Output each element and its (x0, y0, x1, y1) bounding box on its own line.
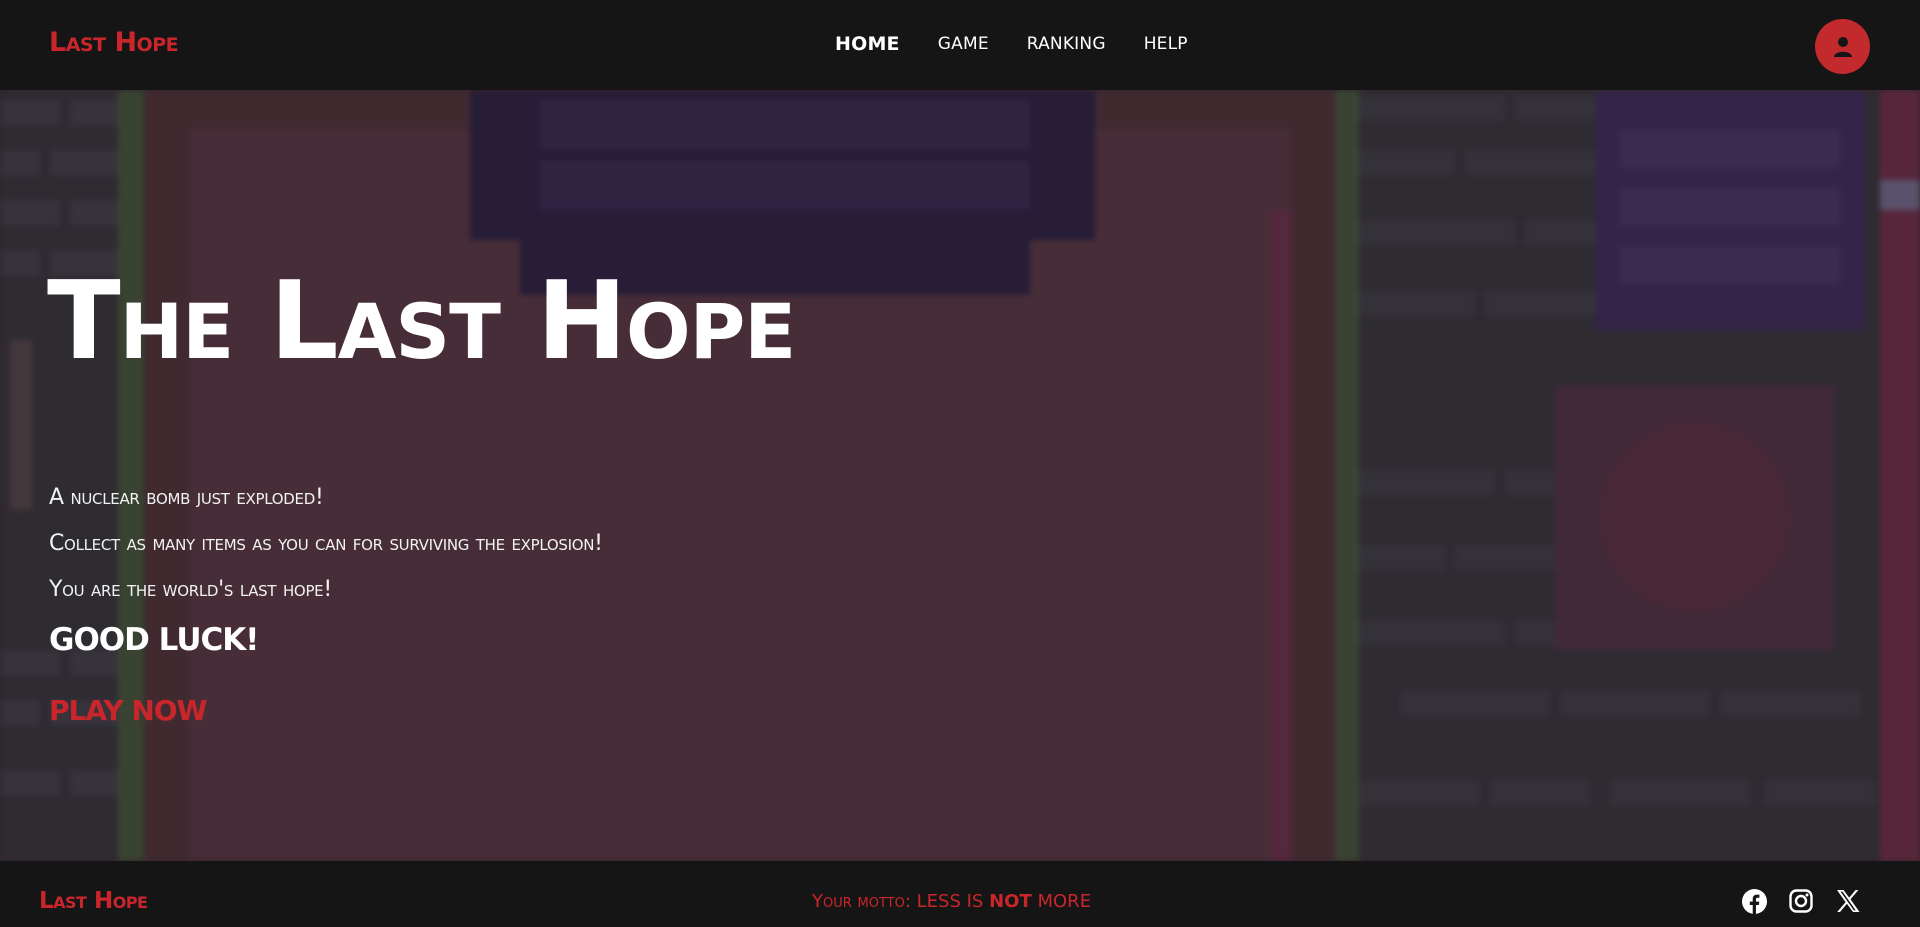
instagram-link[interactable] (1788, 888, 1814, 914)
hero-title: The Last Hope (47, 259, 796, 384)
x-link[interactable] (1835, 888, 1861, 914)
brand-logo[interactable]: Last Hope (49, 27, 179, 58)
facebook-link[interactable] (1741, 888, 1767, 914)
nav-game[interactable]: GAME (938, 34, 989, 55)
hero-overlay (0, 90, 1920, 861)
nav-help[interactable]: HELP (1144, 34, 1188, 55)
hero-section: The Last Hope A nuclear bomb just explod… (0, 90, 1920, 861)
motto-emphasis: NOT (989, 891, 1032, 912)
social-links (1741, 888, 1861, 914)
facebook-icon (1741, 888, 1767, 914)
nav-ranking[interactable]: RANKING (1027, 34, 1106, 55)
main-nav: HOME GAME RANKING HELP (835, 33, 1188, 55)
good-luck-text: GOOD LUCK! (49, 622, 259, 658)
x-icon (1837, 890, 1860, 912)
play-now-button[interactable]: PLAY NOW (49, 694, 207, 727)
user-account-button[interactable] (1815, 19, 1870, 74)
instagram-icon (1789, 889, 1813, 913)
motto-part-1: LESS IS (916, 891, 984, 912)
page: Last Hope HOME GAME RANKING HELP The Las… (0, 0, 1920, 927)
site-header: Last Hope HOME GAME RANKING HELP (0, 0, 1920, 90)
user-icon (1833, 36, 1852, 57)
footer-motto: Your motto: LESS IS NOT MORE (812, 891, 1091, 912)
hero-line-2: Collect as many items as you can for sur… (49, 531, 603, 556)
nav-home[interactable]: HOME (835, 33, 900, 55)
motto-label: Your motto: (812, 891, 911, 912)
hero-line-3: You are the world's last hope! (49, 577, 332, 602)
footer-brand[interactable]: Last Hope (39, 888, 148, 914)
site-footer: Last Hope Your motto: LESS IS NOT MORE (0, 861, 1920, 927)
hero-line-1: A nuclear bomb just exploded! (49, 485, 324, 510)
motto-part-2: MORE (1037, 891, 1092, 912)
